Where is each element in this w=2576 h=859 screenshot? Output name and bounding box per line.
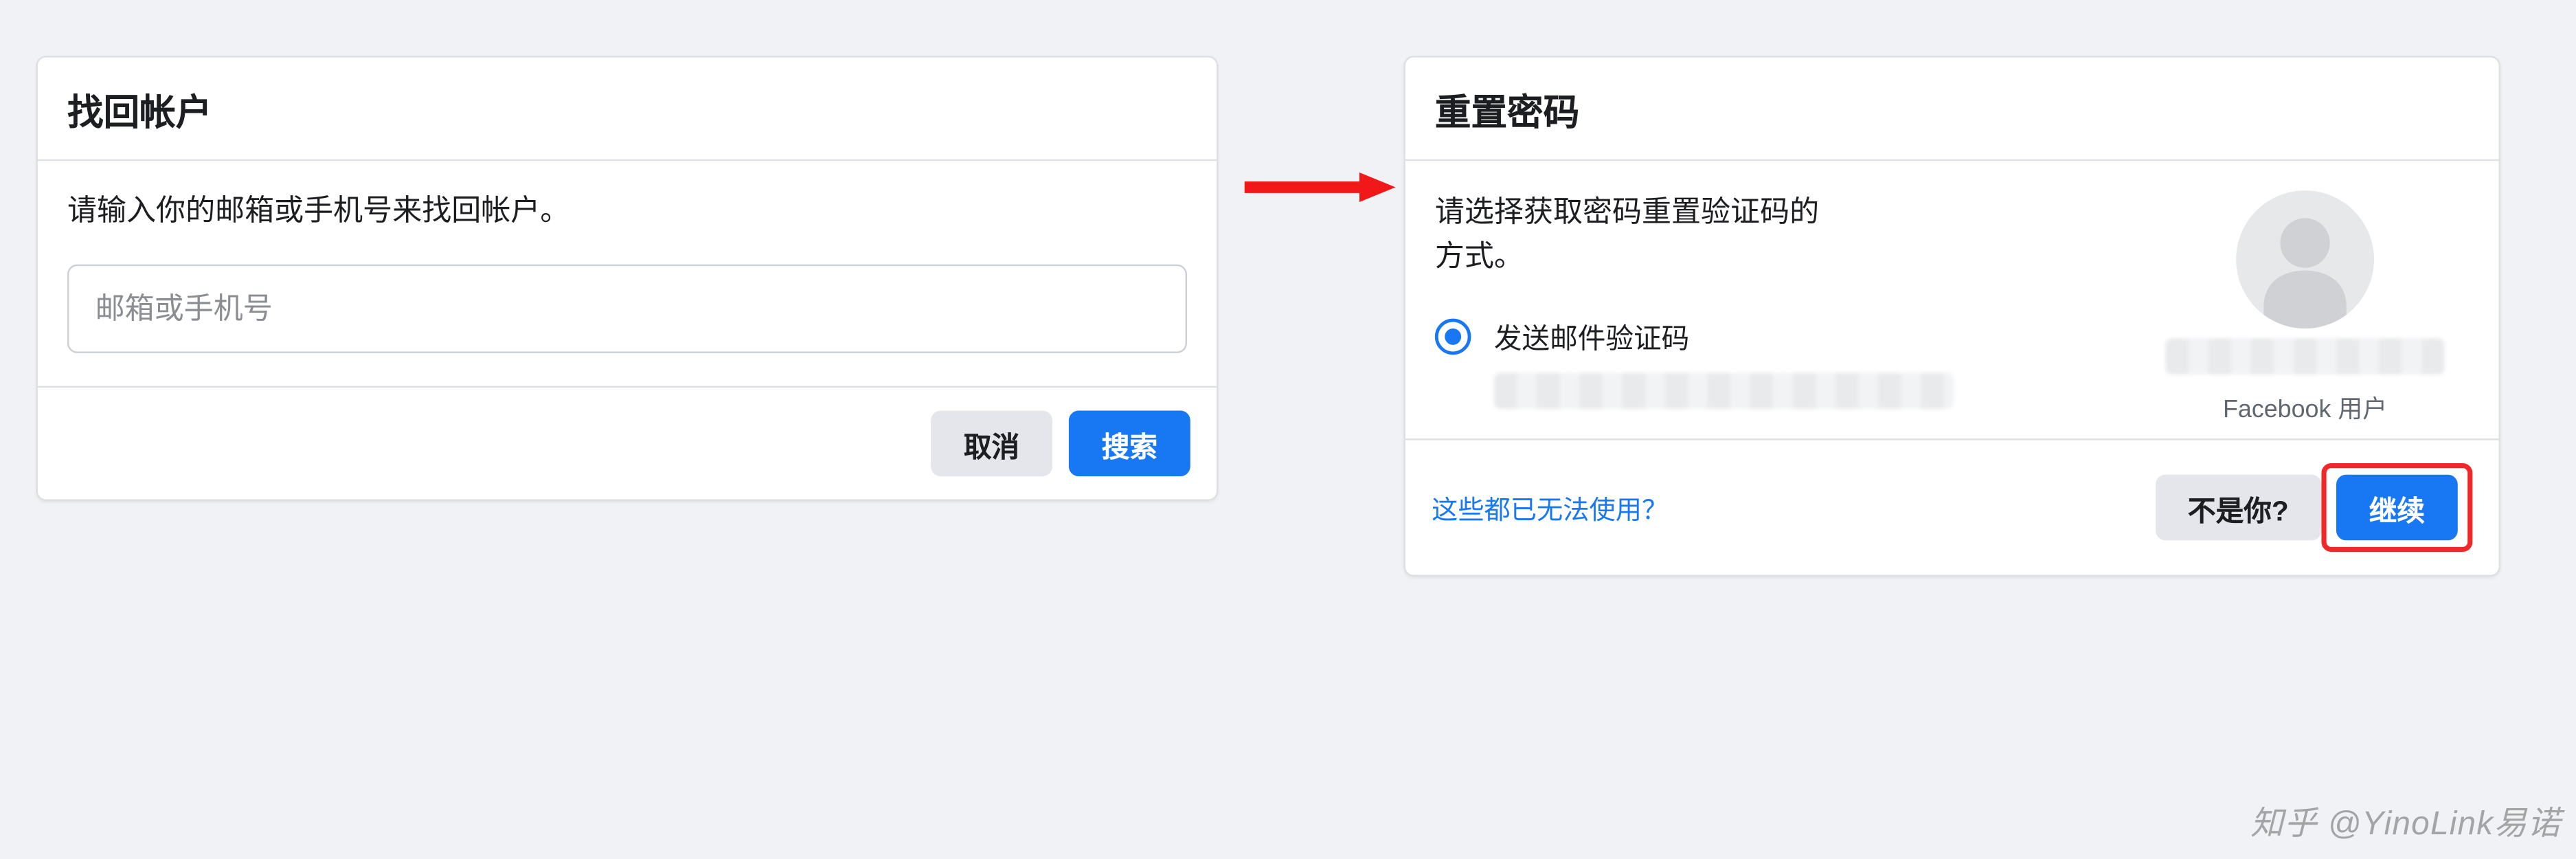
masked-email [1494,373,1954,410]
send-email-code-option[interactable]: 发送邮件验证码 [1435,315,2141,357]
reset-password-title: 重置密码 [1435,84,2470,136]
not-you-button[interactable]: 不是你? [2155,475,2321,541]
reset-password-body: 请选择获取密码重置验证码的方式。 发送邮件验证码 [1405,161,2499,438]
watermark: 知乎 @YinoLink易诺 [2250,796,2561,844]
find-account-instruction: 请输入你的邮箱或手机号来找回帐户。 [67,190,1187,232]
reset-password-instruction: 请选择获取密码重置验证码的方式。 [1435,190,1846,279]
arrow-icon [1245,172,1396,202]
find-account-header: 找回帐户 [38,58,1217,161]
user-preview: Facebook 用户 [2141,190,2470,425]
user-type-label: Facebook 用户 [2223,391,2387,425]
reset-password-card: 重置密码 请选择获取密码重置验证码的方式。 发送邮件验证码 [1403,56,2500,577]
find-account-title: 找回帐户 [67,84,1187,136]
search-button[interactable]: 搜索 [1069,411,1190,477]
email-or-phone-input[interactable] [67,265,1187,353]
reset-password-footer: 这些都已无法使用？ 不是你? 继续 [1405,438,2499,574]
masked-username [2165,338,2444,375]
cancel-button[interactable]: 取消 [931,411,1052,477]
avatar-icon [2236,190,2374,328]
find-account-card: 找回帐户 请输入你的邮箱或手机号来找回帐户。 取消 搜索 [36,56,1219,501]
find-account-body: 请输入你的邮箱或手机号来找回帐户。 [38,161,1217,386]
reset-password-header: 重置密码 [1405,58,2499,161]
send-email-code-label: 发送邮件验证码 [1494,315,1689,357]
continue-button[interactable]: 继续 [2336,475,2458,541]
continue-highlight: 继续 [2321,463,2472,552]
radio-selected-icon [1435,319,1471,355]
find-account-footer: 取消 搜索 [38,386,1217,500]
no-access-link[interactable]: 这些都已无法使用？ [1432,488,1668,527]
